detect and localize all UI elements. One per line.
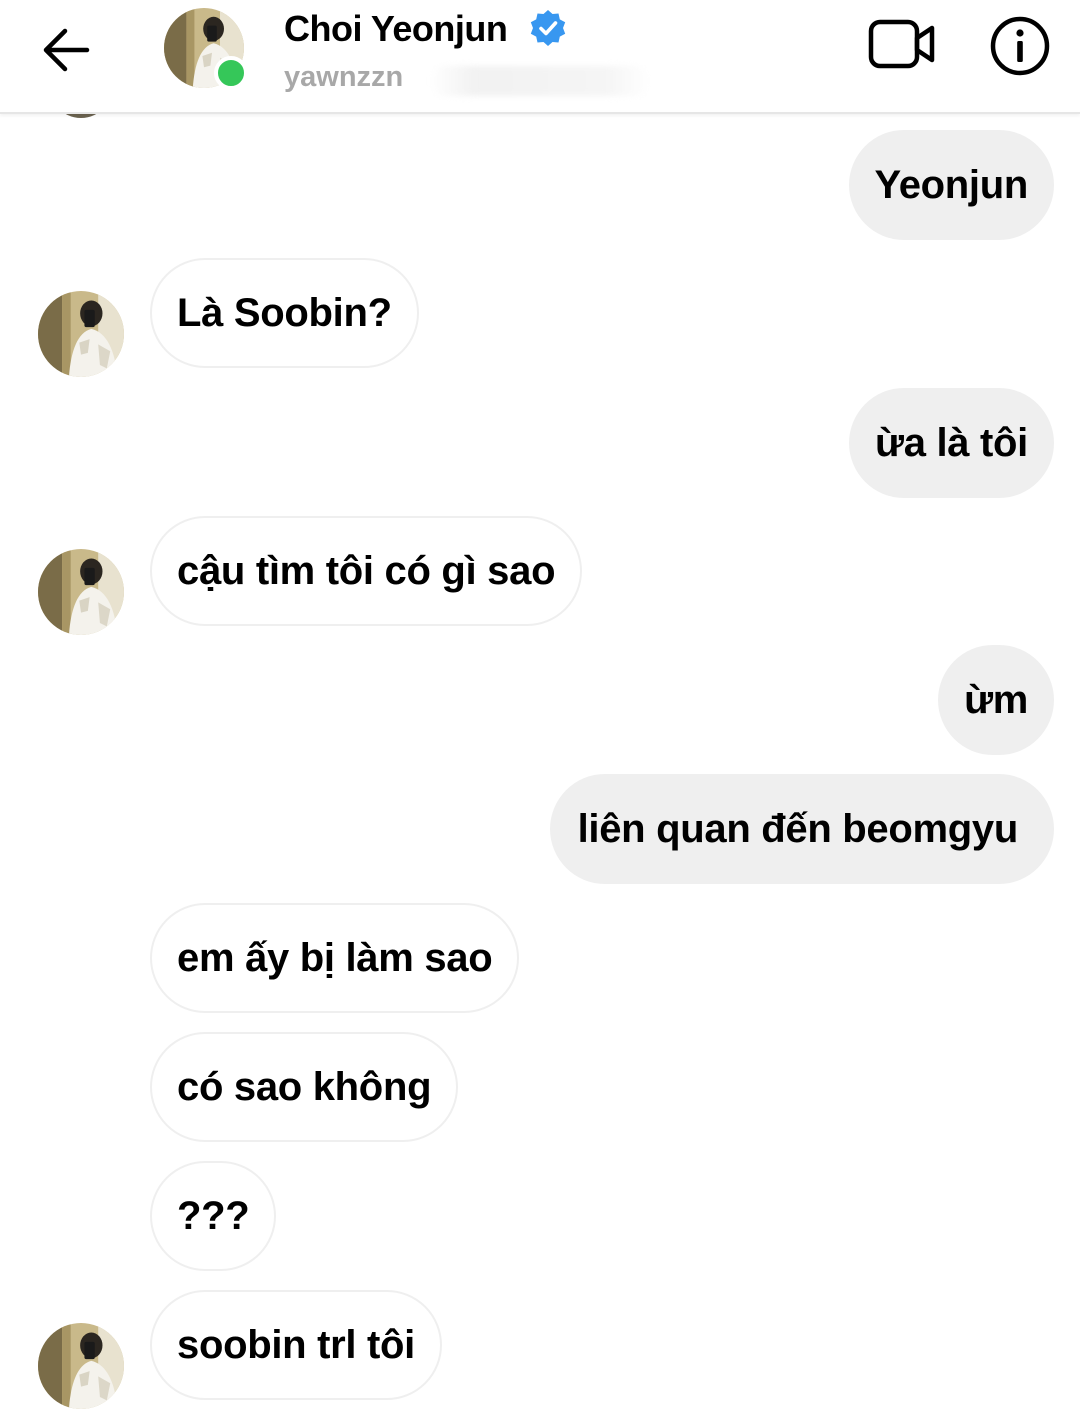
message-text: ừa là tôi <box>875 420 1028 465</box>
sender-avatar[interactable] <box>38 549 124 635</box>
message-bubble-incoming[interactable]: có sao không <box>150 1032 459 1142</box>
sender-avatar[interactable] <box>38 291 124 377</box>
arrow-left-icon <box>43 28 90 72</box>
contact-avatar[interactable] <box>164 8 248 90</box>
sender-avatar[interactable] <box>38 1323 124 1409</box>
message-text: soobin trl tôi <box>177 1322 415 1367</box>
message-text: Là Soobin? <box>177 290 392 335</box>
message-bubble-outgoing[interactable]: liên quan đến beomgyu <box>549 774 1054 884</box>
info-icon[interactable] <box>988 14 1052 78</box>
message-bubble-outgoing[interactable]: ừa là tôi <box>849 388 1054 498</box>
back-button[interactable] <box>36 20 96 80</box>
video-camera-icon[interactable] <box>866 14 938 74</box>
message-text: liên quan đến beomgyu <box>577 806 1019 851</box>
message-bubble-outgoing[interactable]: ừm <box>938 645 1054 755</box>
contact-username: yawnzzn <box>284 61 404 93</box>
message-text: có sao không <box>177 1064 432 1109</box>
message-text: ừm <box>964 677 1028 722</box>
message-bubble-incoming[interactable]: cậu tìm tôi có gì sao <box>150 516 583 626</box>
verified-badge-icon <box>530 10 566 46</box>
online-status-dot <box>214 56 248 90</box>
message-text: Yeonjun <box>874 162 1029 207</box>
message-bubble-incoming[interactable]: soobin trl tôi <box>150 1290 442 1400</box>
message-text: cậu tìm tôi có gì sao <box>177 548 556 593</box>
message-bubble-incoming[interactable]: em ấy bị làm sao <box>150 903 520 1013</box>
message-bubble-incoming[interactable]: ??? <box>150 1161 277 1271</box>
message-text: em ấy bị làm sao <box>177 935 493 980</box>
message-bubble-incoming[interactable]: Là Soobin? <box>150 258 419 368</box>
message-bubble-outgoing[interactable]: Yeonjun <box>848 130 1054 240</box>
message-text: ??? <box>177 1193 250 1238</box>
chat-header: Choi Yeonjun yawnzzn <box>0 0 1080 114</box>
redacted-area <box>430 66 650 96</box>
contact-name[interactable]: Choi Yeonjun <box>284 8 508 50</box>
